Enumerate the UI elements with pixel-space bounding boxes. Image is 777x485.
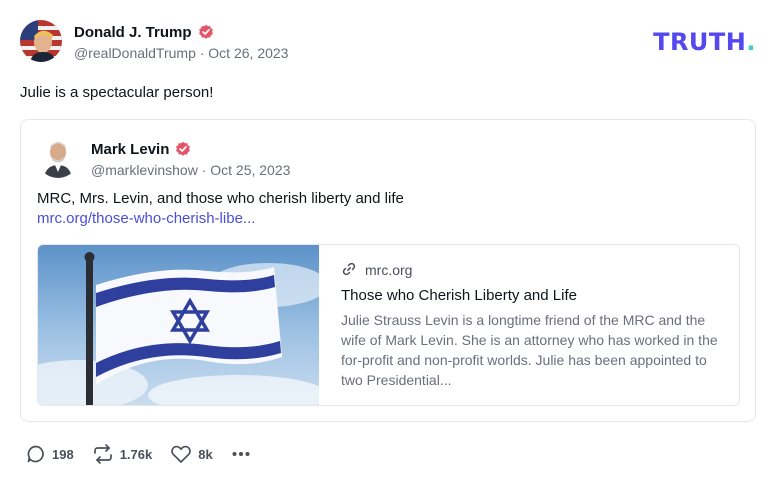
reply-icon bbox=[26, 444, 46, 464]
retruth-count: 1.76k bbox=[119, 446, 153, 462]
verified-badge-icon bbox=[198, 24, 214, 40]
link-description: Julie Strauss Levin is a longtime friend… bbox=[341, 312, 718, 388]
reply-button[interactable]: 198 bbox=[26, 444, 74, 464]
post-text: Julie is a spectacular person! bbox=[20, 84, 214, 101]
link-preview-image bbox=[38, 245, 319, 405]
quoted-author-name-row: Mark Levin bbox=[91, 139, 290, 159]
more-options-button[interactable] bbox=[231, 444, 251, 464]
retruth-button[interactable]: 1.76k bbox=[92, 444, 153, 464]
link-preview-info: mrc.org Those who Cherish Liberty and Li… bbox=[319, 245, 739, 405]
truth-logo[interactable]: TRUTH. bbox=[653, 28, 756, 56]
post-header: Donald J. Trump @realDonaldTrump · Oct 2… bbox=[20, 20, 288, 62]
author-handle-date: @realDonaldTrump · Oct 26, 2023 bbox=[74, 45, 289, 61]
quoted-author-avatar[interactable] bbox=[37, 136, 79, 178]
truth-post: Donald J. Trump @realDonaldTrump · Oct 2… bbox=[0, 0, 777, 485]
more-icon bbox=[231, 444, 251, 464]
quoted-author-handle-date: @marklevinshow · Oct 25, 2023 bbox=[91, 162, 291, 178]
reply-count: 198 bbox=[52, 446, 74, 462]
quoted-post[interactable]: Mark Levin @marklevinshow · Oct 25, 2023… bbox=[20, 119, 756, 422]
like-count: 8k bbox=[198, 446, 213, 462]
author-name-row: Donald J. Trump bbox=[74, 22, 288, 42]
link-domain-row: mrc.org bbox=[341, 261, 721, 279]
quoted-author-name[interactable]: Mark Levin bbox=[91, 141, 169, 158]
author-avatar[interactable] bbox=[20, 20, 62, 62]
quoted-post-header: Mark Levin @marklevinshow · Oct 25, 2023 bbox=[37, 136, 290, 178]
retruth-icon bbox=[92, 444, 114, 464]
quoted-post-link[interactable]: mrc.org/those-who-cherish-libe... bbox=[37, 210, 255, 227]
like-icon bbox=[170, 444, 192, 464]
author-name[interactable]: Donald J. Trump bbox=[74, 24, 192, 41]
logo-text: TRUTH bbox=[653, 28, 747, 56]
link-domain: mrc.org bbox=[365, 262, 413, 278]
like-button[interactable]: 8k bbox=[170, 444, 213, 464]
link-icon bbox=[341, 261, 357, 280]
verified-badge-icon bbox=[175, 141, 191, 157]
post-actions: 198 1.76k 8k bbox=[26, 444, 269, 464]
quoted-author-info: Mark Levin @marklevinshow · Oct 25, 2023 bbox=[91, 139, 291, 179]
author-info: Donald J. Trump @realDonaldTrump · Oct 2… bbox=[74, 22, 289, 62]
logo-dot: . bbox=[746, 28, 756, 56]
link-title: Those who Cherish Liberty and Life bbox=[341, 287, 577, 304]
link-preview-card[interactable]: mrc.org Those who Cherish Liberty and Li… bbox=[37, 244, 740, 406]
quoted-post-text: MRC, Mrs. Levin, and those who cherish l… bbox=[37, 190, 404, 207]
